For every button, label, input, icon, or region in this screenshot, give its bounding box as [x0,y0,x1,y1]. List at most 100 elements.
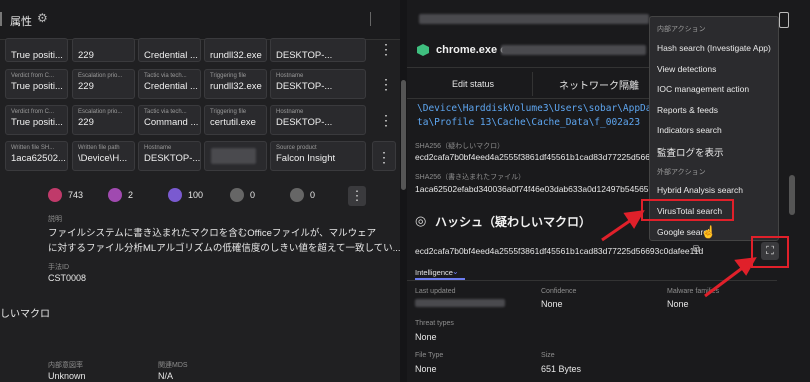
menu-item-view-detections[interactable]: View detections [657,64,716,74]
menu-item-hybrid-analysis[interactable]: Hybrid Analysis search [657,185,743,195]
fingerprint-icon: ◎ [415,213,427,228]
attribute-cell[interactable]: Written file SH... 1aca62502... [5,141,68,171]
cursor-icon: ☝ [701,225,716,239]
stat-icon [108,188,122,202]
description-text: ファイルシステムに書き込まれたマクロを含むOfficeファイルが、マルウェア [48,228,377,239]
scrollbar-thumb[interactable] [789,175,795,215]
attribute-value: Command ... [144,117,199,128]
divider [407,280,777,281]
attribute-cell[interactable]: DESKTOP-... [270,38,366,62]
attribute-label: Hostname [144,145,172,151]
stat-icon [230,188,244,202]
scrollbar-thumb[interactable] [401,80,406,190]
attribute-value: 229 [78,117,94,128]
attribute-cell[interactable]: Source product Falcon Insight [270,141,366,171]
attribute-value: 1aca62502... [11,153,66,164]
attribute-value: certutil.exe [210,117,256,128]
more-options-icon[interactable]: ⋮ [376,69,396,99]
attribute-cell[interactable]: Triggering file rundll32.exe [204,69,267,99]
attribute-cell[interactable]: Tactic via tech... Credential ... [138,69,201,99]
stat-value: 2 [128,190,134,200]
edit-status-button[interactable]: Edit status [452,79,494,89]
attribute-value: DESKTOP-... [276,81,333,92]
more-options-icon[interactable]: ⋮ [372,141,396,171]
sha-value: ecd2cafa7b0bf4eed4a2555f3861df45561b1cad… [415,152,669,162]
description-label: 説明 [48,216,62,223]
divider [370,12,371,26]
attribute-value: 229 [78,81,94,92]
attribute-value: True positi... [11,117,63,128]
attribute-label: Triggering file [210,73,247,79]
attribute-label: Hostname [276,73,304,79]
attribute-value: DESKTOP-... [144,153,201,164]
bottom-label: 関連MDS [158,362,188,369]
menu-section-label: 外部アクション [657,169,706,176]
attribute-value: 229 [78,50,94,61]
menu-section-label: 内部アクション [657,26,706,33]
attribute-cell[interactable]: Escalation prio... 229 [72,69,135,99]
highlight-box [641,199,734,221]
attribute-label: Tactic via tech... [144,73,187,79]
file-path: ta\Profile 13\Cache\Cache_Data\f_002a23 [417,117,641,128]
menu-item-hash-search[interactable]: Hash search (Investigate App) [657,43,771,53]
menu-item-audit-log[interactable]: 監査ログを表示 [657,145,724,159]
divider [0,12,2,26]
attribute-cell[interactable] [204,141,267,171]
attribute-cell[interactable]: Verdict from C... True positi... [5,69,68,99]
gear-icon[interactable]: ⚙ [37,11,48,25]
more-options-icon[interactable]: ⋮ [376,34,396,64]
divider [532,72,533,96]
sha-value: 1aca62502efabd340036a0f74f46e03dab633a0d… [415,184,668,194]
tab-intelligence[interactable]: Intelligence [415,268,453,277]
attribute-cell[interactable]: Credential ... [138,38,201,62]
stat-value: 0 [250,190,256,200]
confidence-label: Confidence [541,288,577,295]
attribute-cell[interactable]: Hostname DESKTOP-... [270,69,366,99]
attribute-value: DESKTOP-... [276,50,333,61]
menu-item-indicators-search[interactable]: Indicators search [657,125,722,135]
attribute-cell[interactable]: rundll32.exe [204,38,267,62]
last-updated-label: Last updated [415,288,456,295]
expand-icon[interactable]: ⛶ [761,242,779,260]
stat-value: 0 [310,190,316,200]
scrollbar[interactable] [400,0,407,382]
attribute-cell[interactable]: True positi... [5,38,68,62]
more-options-icon[interactable]: ⋮ [376,105,396,135]
stats-bar: 743 2 100 0 0 [48,188,378,206]
hexagon-icon [417,44,429,56]
redacted-text [501,45,646,55]
panel-icon[interactable] [779,12,789,28]
side-title: しいマクロ [0,309,50,320]
attribute-cell[interactable]: Hostname DESKTOP-... [270,105,366,135]
method-label: 手法ID [48,264,69,271]
attribute-label: Escalation prio... [78,109,123,115]
menu-item-reports-feeds[interactable]: Reports & feeds [657,105,718,115]
attribute-label: Verdict from C... [11,73,55,79]
attribute-cell[interactable]: Hostname DESKTOP-... [138,141,201,171]
size-value: 651 Bytes [541,364,582,374]
attribute-cell[interactable]: 229 [72,38,135,62]
network-isolate-button[interactable]: ネットワーク隔離 [559,77,639,92]
threat-value: None [415,332,437,342]
attribute-value: True positi... [11,81,63,92]
stat-icon [48,188,62,202]
bottom-label: 内部意図率 [48,362,83,369]
attribute-cell[interactable]: Tactic via tech... Command ... [138,105,201,135]
attribute-label: Escalation prio... [78,73,123,79]
attribute-cell[interactable]: Triggering file certutil.exe [204,105,267,135]
more-options-icon[interactable]: ⋮ [348,186,366,206]
attribute-cell[interactable]: Verdict from C... True positi... [5,105,68,135]
redacted-text [415,299,505,307]
attribute-cell[interactable]: Escalation prio... 229 [72,105,135,135]
attribute-label: Written file SH... [11,145,55,151]
copy-icon[interactable]: ⧉ [693,244,700,255]
redacted-text [419,14,649,24]
menu-item-ioc-management[interactable]: IOC management action [657,84,749,94]
filetype-value: None [415,364,437,374]
stat-value: 100 [188,190,204,200]
attribute-value: DESKTOP-... [276,117,333,128]
chevron-down-icon[interactable]: ⌄ [452,267,459,276]
threat-label: Threat types [415,320,454,327]
attribute-cell[interactable]: Written file path \Device\H... [72,141,135,171]
attribute-value: \Device\H... [78,153,128,164]
